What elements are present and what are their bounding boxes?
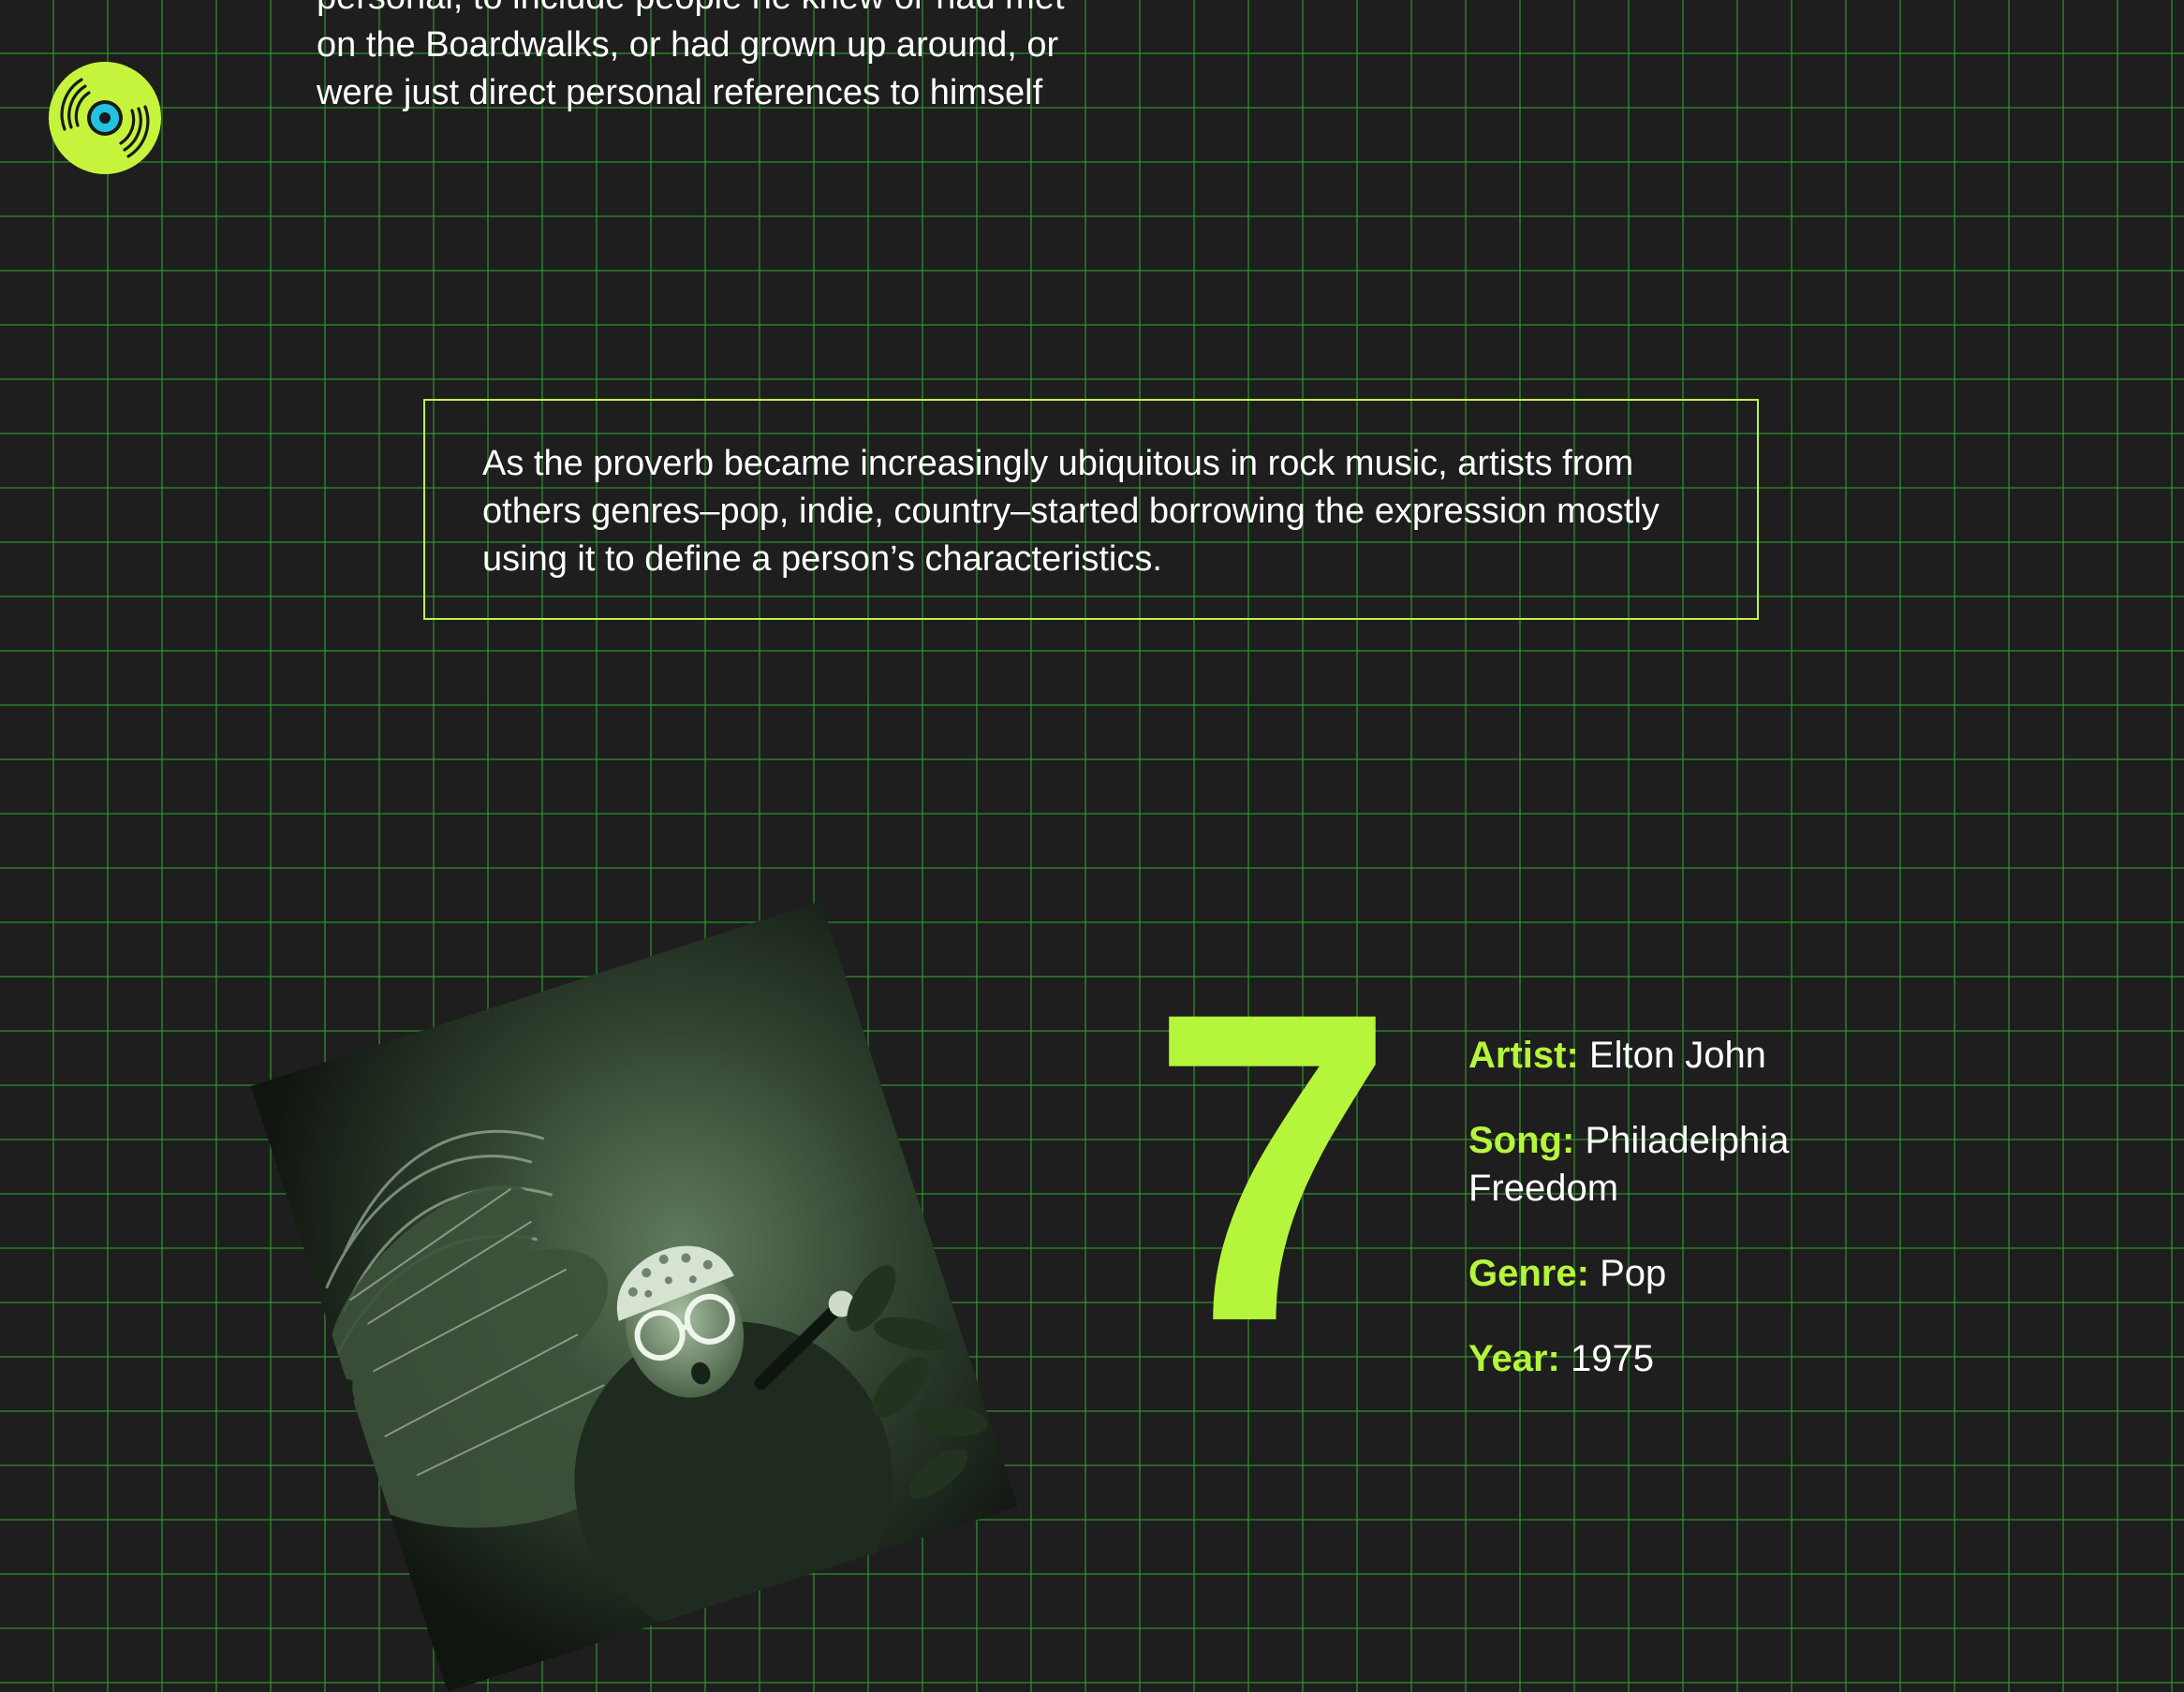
- fact-value: Elton John: [1588, 1035, 1766, 1076]
- vinyl-record-icon: [49, 62, 161, 174]
- quote-text: As the proverb became increasingly ubiqu…: [482, 444, 1660, 579]
- rank-number: 7: [1150, 921, 1395, 1413]
- intro-paragraph: personal, to include people he knew or h…: [317, 0, 1065, 112]
- fact-value: Pop: [1600, 1253, 1667, 1294]
- vinyl-record-logo[interactable]: [49, 62, 161, 174]
- fact-artist: Artist: Elton John: [1468, 1032, 1862, 1080]
- fact-year: Year: 1975: [1468, 1335, 1862, 1383]
- fact-value: 1975: [1570, 1338, 1654, 1379]
- fact-genre: Genre: Pop: [1468, 1250, 1862, 1298]
- quote-callout: As the proverb became increasingly ubiqu…: [423, 399, 1759, 620]
- fact-label: Artist:: [1468, 1035, 1579, 1076]
- fact-label: Year:: [1468, 1338, 1560, 1379]
- photo-illustration: [251, 901, 1018, 1692]
- artist-photo: [251, 901, 1018, 1692]
- song-facts: Artist: Elton John Song: Philadelphia Fr…: [1468, 1032, 1862, 1420]
- fact-song: Song: Philadelphia Freedom: [1468, 1117, 1862, 1213]
- fact-label: Song:: [1468, 1120, 1575, 1161]
- fact-label: Genre:: [1468, 1253, 1589, 1294]
